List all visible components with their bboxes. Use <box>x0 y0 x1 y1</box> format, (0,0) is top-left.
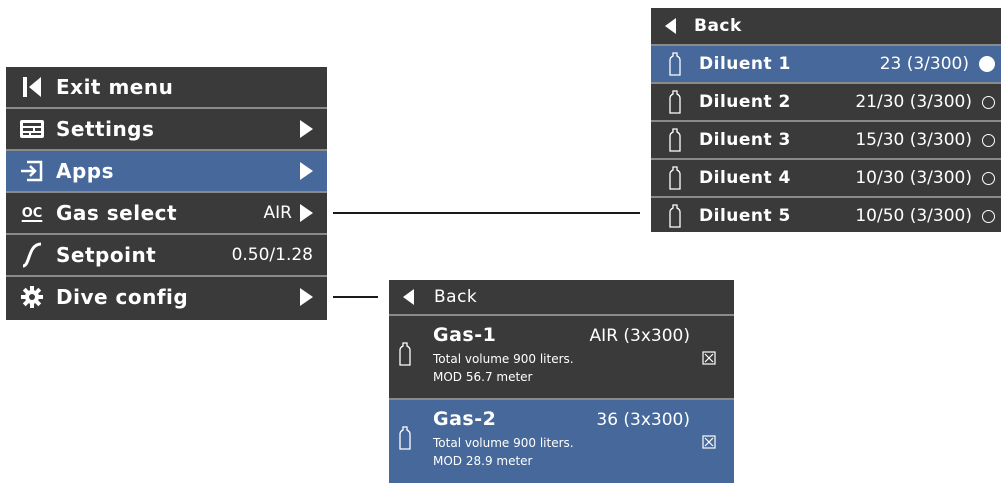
chevron-right-icon <box>300 204 313 222</box>
cylinder-icon <box>399 342 411 370</box>
chevron-right-icon <box>300 162 313 180</box>
menu-item-dive-config[interactable]: Dive config <box>6 277 327 317</box>
gas-volume: Total volume 900 liters. <box>433 352 574 366</box>
menu-item-label: Dive config <box>56 285 189 309</box>
cylinder-icon <box>665 128 685 152</box>
radio-empty-icon <box>982 171 995 185</box>
back-label: Back <box>694 16 742 36</box>
diluent-item-5[interactable]: Diluent 5 10/50 (3/300) <box>651 198 1001 234</box>
diluent-value: 10/30 (3/300) <box>855 168 972 188</box>
menu-item-value: AIR <box>263 203 292 223</box>
cylinder-icon <box>665 166 685 190</box>
diluent-value: 15/30 (3/300) <box>855 130 972 150</box>
gas-mod: MOD 28.9 meter <box>433 454 533 468</box>
menu-item-label: Gas select <box>56 201 178 225</box>
gas-name: Gas-1 <box>433 324 497 346</box>
diluent-label: Diluent 5 <box>699 206 791 226</box>
back-label: Back <box>434 287 478 307</box>
apps-icon <box>16 159 48 183</box>
diluent-label: Diluent 1 <box>699 54 791 74</box>
diluent-value: 23 (3/300) <box>879 54 969 74</box>
gas-mix: 36 (3x300) <box>596 410 690 430</box>
gas-item-1[interactable]: Gas-1 AIR (3x300) Total volume 900 liter… <box>389 316 734 398</box>
gas-mix: AIR (3x300) <box>589 326 690 346</box>
menu-item-label: Setpoint <box>56 243 157 267</box>
cylinder-icon <box>665 52 685 76</box>
menu-item-apps[interactable]: Apps <box>6 151 327 191</box>
connector-line <box>333 212 640 214</box>
checkbox-x-icon[interactable] <box>702 350 716 369</box>
cylinder-icon <box>665 90 685 114</box>
menu-item-setpoint[interactable]: Setpoint 0.50/1.28 <box>6 235 327 275</box>
back-button[interactable]: Back <box>389 280 734 314</box>
menu-item-label: Apps <box>56 159 115 183</box>
radio-selected-icon <box>979 56 995 72</box>
diluent-menu: Back Diluent 1 23 (3/300) Diluent 2 21/3… <box>651 8 1001 232</box>
radio-empty-icon <box>982 133 995 147</box>
diluent-value: 21/30 (3/300) <box>855 92 972 112</box>
gas-name: Gas-2 <box>433 408 497 430</box>
gear-icon <box>16 285 48 309</box>
gas-volume: Total volume 900 liters. <box>433 436 574 450</box>
gas-menu: Back Gas-1 AIR (3x300) Total volume 900 … <box>389 280 734 483</box>
setpoint-curve-icon <box>16 242 48 268</box>
gas-item-2[interactable]: Gas-2 36 (3x300) Total volume 900 liters… <box>389 400 734 483</box>
cylinder-icon <box>399 426 411 454</box>
connector-line <box>333 296 378 298</box>
back-button[interactable]: Back <box>651 8 1001 44</box>
menu-item-exit[interactable]: Exit menu <box>6 67 327 107</box>
diluent-label: Diluent 2 <box>699 92 791 112</box>
diluent-item-2[interactable]: Diluent 2 21/30 (3/300) <box>651 84 1001 120</box>
chevron-right-icon <box>300 120 313 138</box>
diluent-item-1[interactable]: Diluent 1 23 (3/300) <box>651 46 1001 82</box>
menu-item-label: Exit menu <box>56 75 174 99</box>
diluent-label: Diluent 4 <box>699 168 791 188</box>
back-arrow-icon <box>403 289 414 305</box>
diluent-value: 10/50 (3/300) <box>855 206 972 226</box>
cylinder-icon <box>665 204 685 228</box>
menu-item-settings[interactable]: Settings <box>6 109 327 149</box>
diluent-item-3[interactable]: Diluent 3 15/30 (3/300) <box>651 122 1001 158</box>
diluent-item-4[interactable]: Diluent 4 10/30 (3/300) <box>651 160 1001 196</box>
back-arrow-icon <box>665 18 676 34</box>
chevron-right-icon <box>300 288 313 306</box>
checkbox-x-icon[interactable] <box>702 434 716 453</box>
exit-bar-icon <box>16 75 48 99</box>
gas-mod: MOD 56.7 meter <box>433 370 533 384</box>
menu-item-gas-select[interactable]: OC Gas select AIR <box>6 193 327 233</box>
diluent-label: Diluent 3 <box>699 130 791 150</box>
main-menu: Exit menu Settings Apps OC Gas select AI… <box>6 67 327 320</box>
radio-empty-icon <box>982 95 995 109</box>
oc-icon: OC <box>21 205 43 221</box>
radio-empty-icon <box>982 209 995 223</box>
menu-item-label: Settings <box>56 117 155 141</box>
menu-item-value: 0.50/1.28 <box>231 245 313 265</box>
settings-icon <box>16 118 48 140</box>
